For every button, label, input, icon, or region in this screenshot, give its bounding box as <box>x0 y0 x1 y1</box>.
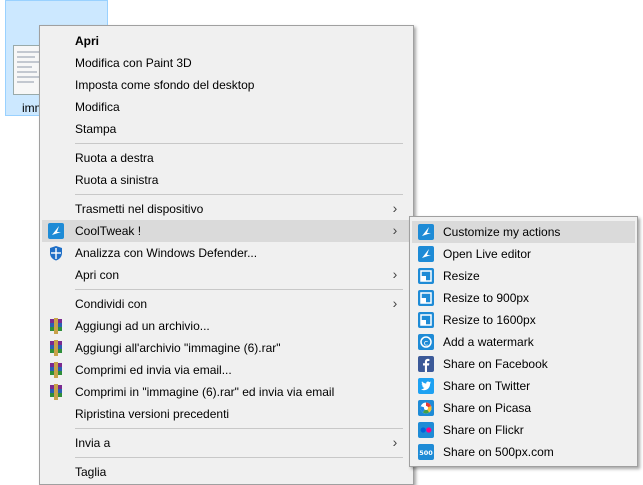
menu-item-modifica[interactable]: Modifica <box>42 96 411 118</box>
menu-item-trasmetti[interactable]: Trasmetti nel dispositivo › <box>42 198 411 220</box>
menu-item-label: Analizza con Windows Defender... <box>75 246 258 260</box>
menu-item-comprimi-email[interactable]: Comprimi ed invia via email... <box>42 359 411 381</box>
menu-item-label: Ruota a destra <box>75 151 154 165</box>
submenu-item-label: Share on Twitter <box>443 379 531 393</box>
menu-item-label: Comprimi in "immagine (6).rar" ed invia … <box>75 385 335 399</box>
submenu-item-share-picasa[interactable]: Share on Picasa <box>412 397 635 419</box>
menu-item-condividi-con[interactable]: Condividi con › <box>42 293 411 315</box>
menu-item-windows-defender[interactable]: Analizza con Windows Defender... <box>42 242 411 264</box>
svg-text:500: 500 <box>419 449 433 457</box>
menu-item-taglia[interactable]: Taglia <box>42 461 411 483</box>
menu-item-comprimi-rar-email[interactable]: Comprimi in "immagine (6).rar" ed invia … <box>42 381 411 403</box>
winrar-icon <box>50 340 62 356</box>
submenu-item-resize-1600[interactable]: Resize to 1600px <box>412 309 635 331</box>
submenu-item-label: Customize my actions <box>443 225 561 239</box>
menu-item-label: Stampa <box>75 122 117 136</box>
chevron-right-icon: › <box>392 434 398 450</box>
menu-item-apri-con[interactable]: Apri con › <box>42 264 411 286</box>
svg-text:c: c <box>424 339 428 348</box>
submenu-item-label: Share on Facebook <box>443 357 548 371</box>
menu-item-label: Apri con <box>75 268 120 282</box>
menu-item-cooltweak[interactable]: CoolTweak ! › <box>42 220 411 242</box>
windows-defender-icon <box>50 246 62 261</box>
watermark-icon: c <box>418 334 434 350</box>
menu-item-label: Trasmetti nel dispositivo <box>75 202 204 216</box>
winrar-icon <box>50 318 62 334</box>
menu-item-label: Aggiungi ad un archivio... <box>75 319 210 333</box>
submenu-item-label: Resize to 900px <box>443 291 530 305</box>
submenu-item-label: Share on 500px.com <box>443 445 554 459</box>
menu-item-label: Modifica <box>75 100 120 114</box>
submenu-item-label: Share on Flickr <box>443 423 524 437</box>
menu-separator <box>75 194 403 195</box>
menu-separator <box>75 428 403 429</box>
submenu-item-share-twitter[interactable]: Share on Twitter <box>412 375 635 397</box>
submenu-item-customize-actions[interactable]: Customize my actions <box>412 221 635 243</box>
submenu-item-share-flickr[interactable]: Share on Flickr <box>412 419 635 441</box>
submenu-item-share-facebook[interactable]: Share on Facebook <box>412 353 635 375</box>
menu-item-ripristina-versioni[interactable]: Ripristina versioni precedenti <box>42 403 411 425</box>
menu-item-label: Imposta come sfondo del desktop <box>75 78 255 92</box>
picasa-icon <box>418 400 434 416</box>
menu-item-stampa[interactable]: Stampa <box>42 118 411 140</box>
menu-item-label: Aggiungi all'archivio "immagine (6).rar" <box>75 341 281 355</box>
chevron-right-icon: › <box>392 200 398 216</box>
resize-icon <box>418 268 434 284</box>
submenu-item-label: Add a watermark <box>443 335 534 349</box>
winrar-icon <box>50 384 62 400</box>
submenu-item-label: Resize to 1600px <box>443 313 536 327</box>
menu-separator <box>75 143 403 144</box>
resize-icon <box>418 290 434 306</box>
menu-item-ruota-sinistra[interactable]: Ruota a sinistra <box>42 169 411 191</box>
submenu-item-watermark[interactable]: c Add a watermark <box>412 331 635 353</box>
menu-item-apri[interactable]: Apri <box>42 30 411 52</box>
resize-icon <box>418 312 434 328</box>
menu-separator <box>75 289 403 290</box>
menu-item-label: Ripristina versioni precedenti <box>75 407 230 421</box>
menu-item-imposta-sfondo[interactable]: Imposta come sfondo del desktop <box>42 74 411 96</box>
submenu-item-share-500px[interactable]: 500 Share on 500px.com <box>412 441 635 463</box>
submenu-item-live-editor[interactable]: Open Live editor <box>412 243 635 265</box>
submenu-item-resize-900[interactable]: Resize to 900px <box>412 287 635 309</box>
flickr-icon <box>418 422 434 438</box>
twitter-icon <box>418 378 434 394</box>
submenu-item-label: Open Live editor <box>443 247 532 261</box>
menu-item-modifica-paint3d[interactable]: Modifica con Paint 3D <box>42 52 411 74</box>
winrar-icon <box>50 362 62 378</box>
menu-item-invia-a[interactable]: Invia a › <box>42 432 411 454</box>
cooltweak-icon <box>48 223 64 239</box>
chevron-right-icon: › <box>392 295 398 311</box>
menu-item-label: Taglia <box>75 465 107 479</box>
menu-separator <box>75 457 403 458</box>
menu-item-aggiungi-archivio[interactable]: Aggiungi ad un archivio... <box>42 315 411 337</box>
menu-item-label: Apri <box>75 34 99 48</box>
chevron-right-icon: › <box>392 266 398 282</box>
submenu-item-label: Share on Picasa <box>443 401 532 415</box>
menu-item-ruota-destra[interactable]: Ruota a destra <box>42 147 411 169</box>
menu-item-label: Invia a <box>75 436 111 450</box>
menu-item-label: Condividi con <box>75 297 148 311</box>
chevron-right-icon: › <box>392 222 398 238</box>
cooltweak-submenu: Customize my actions Open Live editor Re… <box>409 216 638 467</box>
menu-item-label: Comprimi ed invia via email... <box>75 363 232 377</box>
menu-item-label: CoolTweak ! <box>75 224 142 238</box>
submenu-item-label: Resize <box>443 269 480 283</box>
facebook-icon <box>418 356 434 372</box>
menu-item-label: Ruota a sinistra <box>75 173 159 187</box>
menu-item-aggiungi-archivio-rar[interactable]: Aggiungi all'archivio "immagine (6).rar" <box>42 337 411 359</box>
context-menu: Apri Modifica con Paint 3D Imposta come … <box>39 25 414 485</box>
cooltweak-icon <box>418 246 434 262</box>
submenu-item-resize[interactable]: Resize <box>412 265 635 287</box>
menu-item-label: Modifica con Paint 3D <box>75 56 192 70</box>
cooltweak-icon <box>418 224 434 240</box>
500px-icon: 500 <box>418 444 434 460</box>
